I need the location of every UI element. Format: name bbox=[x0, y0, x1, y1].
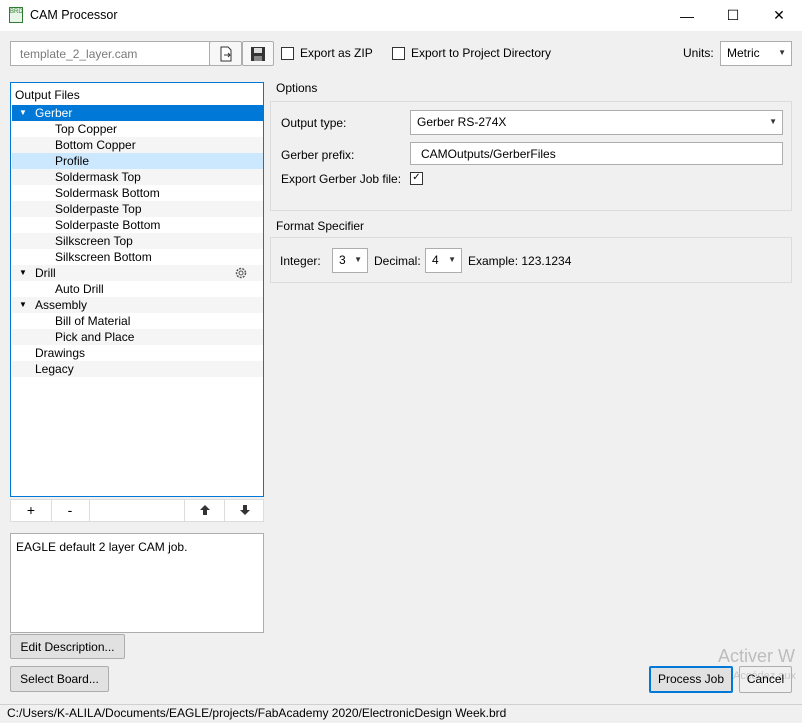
select-board-button[interactable]: Select Board... bbox=[10, 666, 109, 692]
tree-item[interactable]: Solderpaste Top bbox=[12, 201, 263, 217]
job-file-input[interactable]: template_2_layer.cam bbox=[10, 41, 210, 66]
app-icon: BRD bbox=[9, 7, 23, 23]
tree-item-label: Bill of Material bbox=[55, 314, 131, 328]
tree-group-label: Drawings bbox=[35, 346, 86, 360]
gerber-prefix-input[interactable]: CAMOutputs/GerberFiles bbox=[410, 142, 783, 165]
description-textarea[interactable]: EAGLE default 2 layer CAM job. bbox=[10, 533, 264, 633]
tree-item-label: Top Copper bbox=[55, 122, 118, 136]
tree-group-assembly[interactable]: ▼ Assembly bbox=[12, 297, 263, 313]
remove-output-button[interactable]: - bbox=[51, 500, 90, 521]
arrow-down-icon bbox=[239, 505, 250, 515]
integer-value: 3 bbox=[339, 253, 346, 267]
tree-item[interactable]: Auto Drill bbox=[12, 281, 263, 297]
expand-arrow-icon: ▼ bbox=[19, 108, 27, 117]
tree-item[interactable]: Silkscreen Top bbox=[12, 233, 263, 249]
export-project-checkbox[interactable] bbox=[392, 47, 405, 60]
export-job-label: Export Gerber Job file: bbox=[281, 172, 402, 186]
options-header: Options bbox=[276, 81, 318, 95]
load-job-button[interactable] bbox=[209, 41, 242, 66]
tree-item-label: Soldermask Top bbox=[55, 170, 141, 184]
board-path: C:/Users/K-ALILA/Documents/EAGLE/project… bbox=[7, 706, 507, 720]
tree-item-label: Pick and Place bbox=[55, 330, 135, 344]
save-icon bbox=[251, 47, 265, 61]
tree-item-label: Soldermask Bottom bbox=[55, 186, 160, 200]
options-panel: Output type: Gerber RS-274X ▼ Gerber pre… bbox=[270, 101, 792, 211]
tree-group-label: Gerber bbox=[35, 106, 73, 120]
load-file-icon bbox=[220, 46, 231, 62]
move-up-button[interactable] bbox=[184, 500, 225, 521]
export-zip-label: Export as ZIP bbox=[300, 46, 373, 60]
minimize-button[interactable]: — bbox=[664, 0, 710, 31]
tree-group-gerber[interactable]: ▼ Gerber bbox=[12, 105, 263, 121]
output-type-label: Output type: bbox=[281, 116, 347, 130]
title-bar: BRD CAM Processor — ☐ ✕ bbox=[0, 0, 802, 31]
move-down-button[interactable] bbox=[224, 500, 264, 521]
tree-group-label: Drill bbox=[35, 266, 56, 280]
export-zip-checkbox[interactable] bbox=[281, 47, 294, 60]
units-label: Units: bbox=[683, 46, 714, 60]
tree-item[interactable]: Top Copper bbox=[12, 121, 263, 137]
tree-item[interactable]: Solderpaste Bottom bbox=[12, 217, 263, 233]
close-button[interactable]: ✕ bbox=[756, 0, 802, 31]
units-value: Metric bbox=[727, 46, 760, 60]
decimal-value: 4 bbox=[432, 253, 439, 267]
tree-group-label: Assembly bbox=[35, 298, 88, 312]
tree-item-label: Auto Drill bbox=[55, 282, 104, 296]
tree-item[interactable]: Bottom Copper bbox=[12, 137, 263, 153]
output-type-select[interactable]: Gerber RS-274X ▼ bbox=[410, 110, 783, 135]
tree-item[interactable]: Soldermask Bottom bbox=[12, 185, 263, 201]
expand-arrow-icon: ▼ bbox=[19, 268, 27, 277]
gerber-prefix-label: Gerber prefix: bbox=[281, 148, 355, 162]
tree-item-label: Profile bbox=[55, 154, 90, 168]
edit-description-button[interactable]: Edit Description... bbox=[10, 634, 125, 659]
gear-icon[interactable] bbox=[234, 266, 248, 280]
decimal-label: Decimal: bbox=[374, 254, 421, 268]
maximize-button[interactable]: ☐ bbox=[710, 0, 756, 31]
activation-watermark: Activer W bbox=[718, 646, 796, 666]
export-job-checkbox[interactable]: ✓ bbox=[410, 172, 423, 185]
tree-item-label: Solderpaste Top bbox=[55, 202, 142, 216]
tree-item-label: Solderpaste Bottom bbox=[55, 218, 161, 232]
format-header: Format Specifier bbox=[276, 219, 365, 233]
tree-item-label: Silkscreen Top bbox=[55, 234, 133, 248]
decimal-select[interactable]: 4 ▼ bbox=[425, 248, 462, 273]
tree-group-drill[interactable]: ▼ Drill bbox=[12, 265, 263, 281]
tree-group-label: Legacy bbox=[35, 362, 74, 376]
integer-label: Integer: bbox=[280, 254, 321, 268]
units-select[interactable]: Metric ▼ bbox=[720, 41, 792, 66]
chevron-down-icon: ▼ bbox=[769, 117, 777, 126]
expand-arrow-icon: ▼ bbox=[19, 300, 27, 309]
integer-select[interactable]: 3 ▼ bbox=[332, 248, 368, 273]
format-panel: Integer: 3 ▼ Decimal: 4 ▼ Example: 123.1… bbox=[270, 237, 792, 283]
tree-action-bar: + - bbox=[10, 499, 264, 522]
arrow-up-icon bbox=[200, 505, 210, 515]
save-job-button[interactable] bbox=[242, 41, 274, 66]
tree-item-label: Silkscreen Bottom bbox=[55, 250, 152, 264]
chevron-down-icon: ▼ bbox=[448, 255, 456, 264]
tree-group-drawings[interactable]: Drawings bbox=[12, 345, 263, 361]
tree-item[interactable]: Soldermask Top bbox=[12, 169, 263, 185]
process-job-button[interactable]: Process Job bbox=[649, 666, 733, 693]
status-bar: C:/Users/K-ALILA/Documents/EAGLE/project… bbox=[0, 704, 802, 723]
window-title: CAM Processor bbox=[30, 8, 118, 22]
cancel-button[interactable]: Cancel bbox=[739, 666, 792, 693]
tree-group-legacy[interactable]: Legacy bbox=[12, 361, 263, 377]
export-project-label: Export to Project Directory bbox=[411, 46, 552, 60]
tree-item[interactable]: Silkscreen Bottom bbox=[12, 249, 263, 265]
format-example: Example: 123.1234 bbox=[468, 254, 572, 268]
tree-item[interactable]: Bill of Material bbox=[12, 313, 263, 329]
chevron-down-icon: ▼ bbox=[354, 255, 362, 264]
tree-item[interactable]: Pick and Place bbox=[12, 329, 263, 345]
checkmark-icon: ✓ bbox=[412, 172, 421, 183]
tree-item-label: Bottom Copper bbox=[55, 138, 136, 152]
output-files-tree[interactable]: Output Files ▼ Gerber Top Copper Bottom … bbox=[10, 82, 264, 497]
chevron-down-icon: ▼ bbox=[778, 48, 786, 57]
add-output-button[interactable]: + bbox=[11, 500, 52, 521]
output-files-header: Output Files bbox=[15, 88, 80, 102]
output-type-value: Gerber RS-274X bbox=[417, 115, 507, 129]
tree-item[interactable]: Profile bbox=[12, 153, 263, 169]
